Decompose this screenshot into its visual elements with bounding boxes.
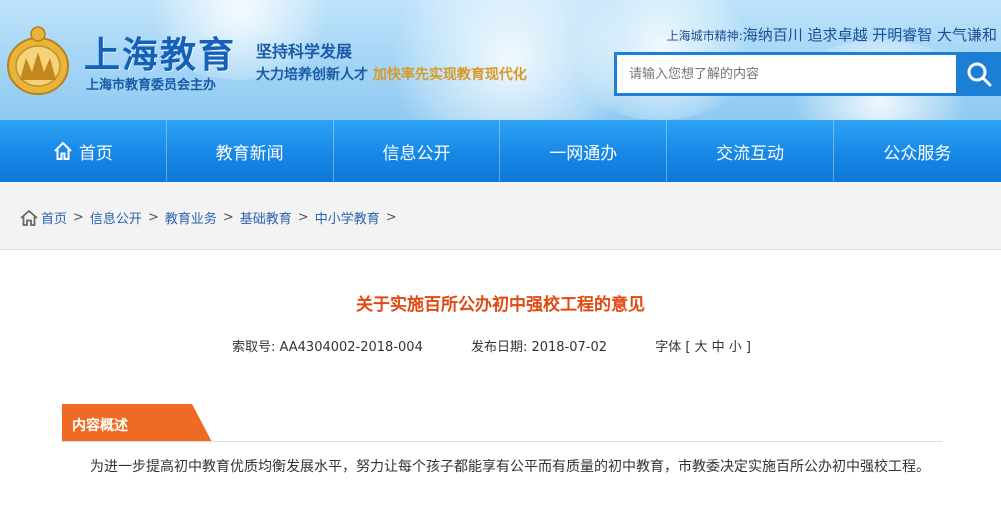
site-title[interactable]: 上海教育 [84, 26, 236, 78]
breadcrumb-link-education-business[interactable]: 教育业务 [165, 208, 217, 227]
city-spirit: 上海城市精神:海纳百川 追求卓越 开明睿智 大气谦和 [667, 24, 997, 45]
breadcrumb-separator: > [385, 210, 397, 225]
nav-item-education-news[interactable]: 教育新闻 [167, 120, 334, 182]
city-spirit-text: 海纳百川 追求卓越 开明睿智 大气谦和 [742, 26, 997, 44]
site-header: 上海教育 上海市教育委员会主办 坚持科学发展 大力培养创新人才 加快率先实现教育… [0, 0, 1001, 120]
nav-item-public-service[interactable]: 公众服务 [834, 120, 1001, 182]
site-subtitle: 上海市教育委员会主办 [86, 78, 217, 93]
shanghai-education-logo[interactable] [6, 22, 70, 98]
article-meta: 索取号: AA4304002-2018-004 发布日期: 2018-07-02… [232, 336, 751, 355]
breadcrumb-link-k12-education[interactable]: 中小学教育 [315, 208, 380, 227]
city-spirit-label: 上海城市精神: [666, 29, 743, 43]
nav-item-label: 一网通办 [549, 143, 618, 164]
breadcrumb-bar: 首页 > 信息公开 > 教育业务 > 基础教育 > 中小学教育 > [0, 182, 1001, 250]
slogan-line-1: 坚持科学发展 [256, 42, 353, 61]
search-icon [967, 62, 991, 87]
breadcrumb-separator: > [297, 210, 309, 225]
slogan-line-2-part-a: 大力培养创新人才 [256, 67, 368, 83]
font-size-control[interactable]: 字体 [ 大 中 小 ] [655, 340, 751, 355]
home-icon [53, 141, 73, 161]
nav-item-interaction[interactable]: 交流互动 [667, 120, 834, 182]
breadcrumb-separator: > [222, 210, 234, 225]
main-nav: 首页 教育新闻 信息公开 一网通办 交流互动 公众服务 [0, 120, 1001, 182]
publish-date: 发布日期: 2018-07-02 [470, 340, 608, 355]
search-input[interactable] [617, 55, 958, 93]
section-tab-summary: 内容概述 [62, 404, 212, 442]
home-icon [20, 209, 38, 226]
nav-item-one-stop-service[interactable]: 一网通办 [500, 120, 668, 182]
index-number: 索取号: AA4304002-2018-004 [232, 340, 423, 355]
nav-item-info-disclosure[interactable]: 信息公开 [334, 120, 501, 182]
breadcrumb-separator: > [147, 210, 159, 225]
breadcrumb-link-info-disclosure[interactable]: 信息公开 [90, 208, 142, 227]
breadcrumb-link-basic-education[interactable]: 基础教育 [240, 208, 292, 227]
breadcrumb: 首页 > 信息公开 > 教育业务 > 基础教育 > 中小学教育 > [20, 208, 403, 227]
slogan-line-2-part-b: 加快率先实现教育现代化 [372, 67, 527, 83]
section-divider [62, 441, 942, 442]
nav-item-label: 交流互动 [716, 143, 785, 164]
search-box [614, 52, 958, 96]
nav-item-label: 信息公开 [382, 143, 451, 164]
nav-item-label: 公众服务 [883, 143, 952, 164]
nav-item-home[interactable]: 首页 [0, 120, 167, 182]
slogan-line-2: 大力培养创新人才 加快率先实现教育现代化 [256, 64, 527, 84]
article-summary: 为进一步提高初中教育优质均衡发展水平，努力让每个孩子都能享有公平而有质量的初中教… [90, 459, 930, 475]
breadcrumb-link-home[interactable]: 首页 [41, 208, 67, 227]
search-button[interactable] [956, 52, 1001, 96]
nav-item-label: 首页 [78, 143, 113, 164]
nav-item-label: 教育新闻 [215, 143, 284, 164]
section-tab-label: 内容概述 [72, 418, 128, 434]
breadcrumb-separator: > [73, 210, 84, 225]
article-title: 关于实施百所公办初中强校工程的意见 [356, 295, 645, 315]
